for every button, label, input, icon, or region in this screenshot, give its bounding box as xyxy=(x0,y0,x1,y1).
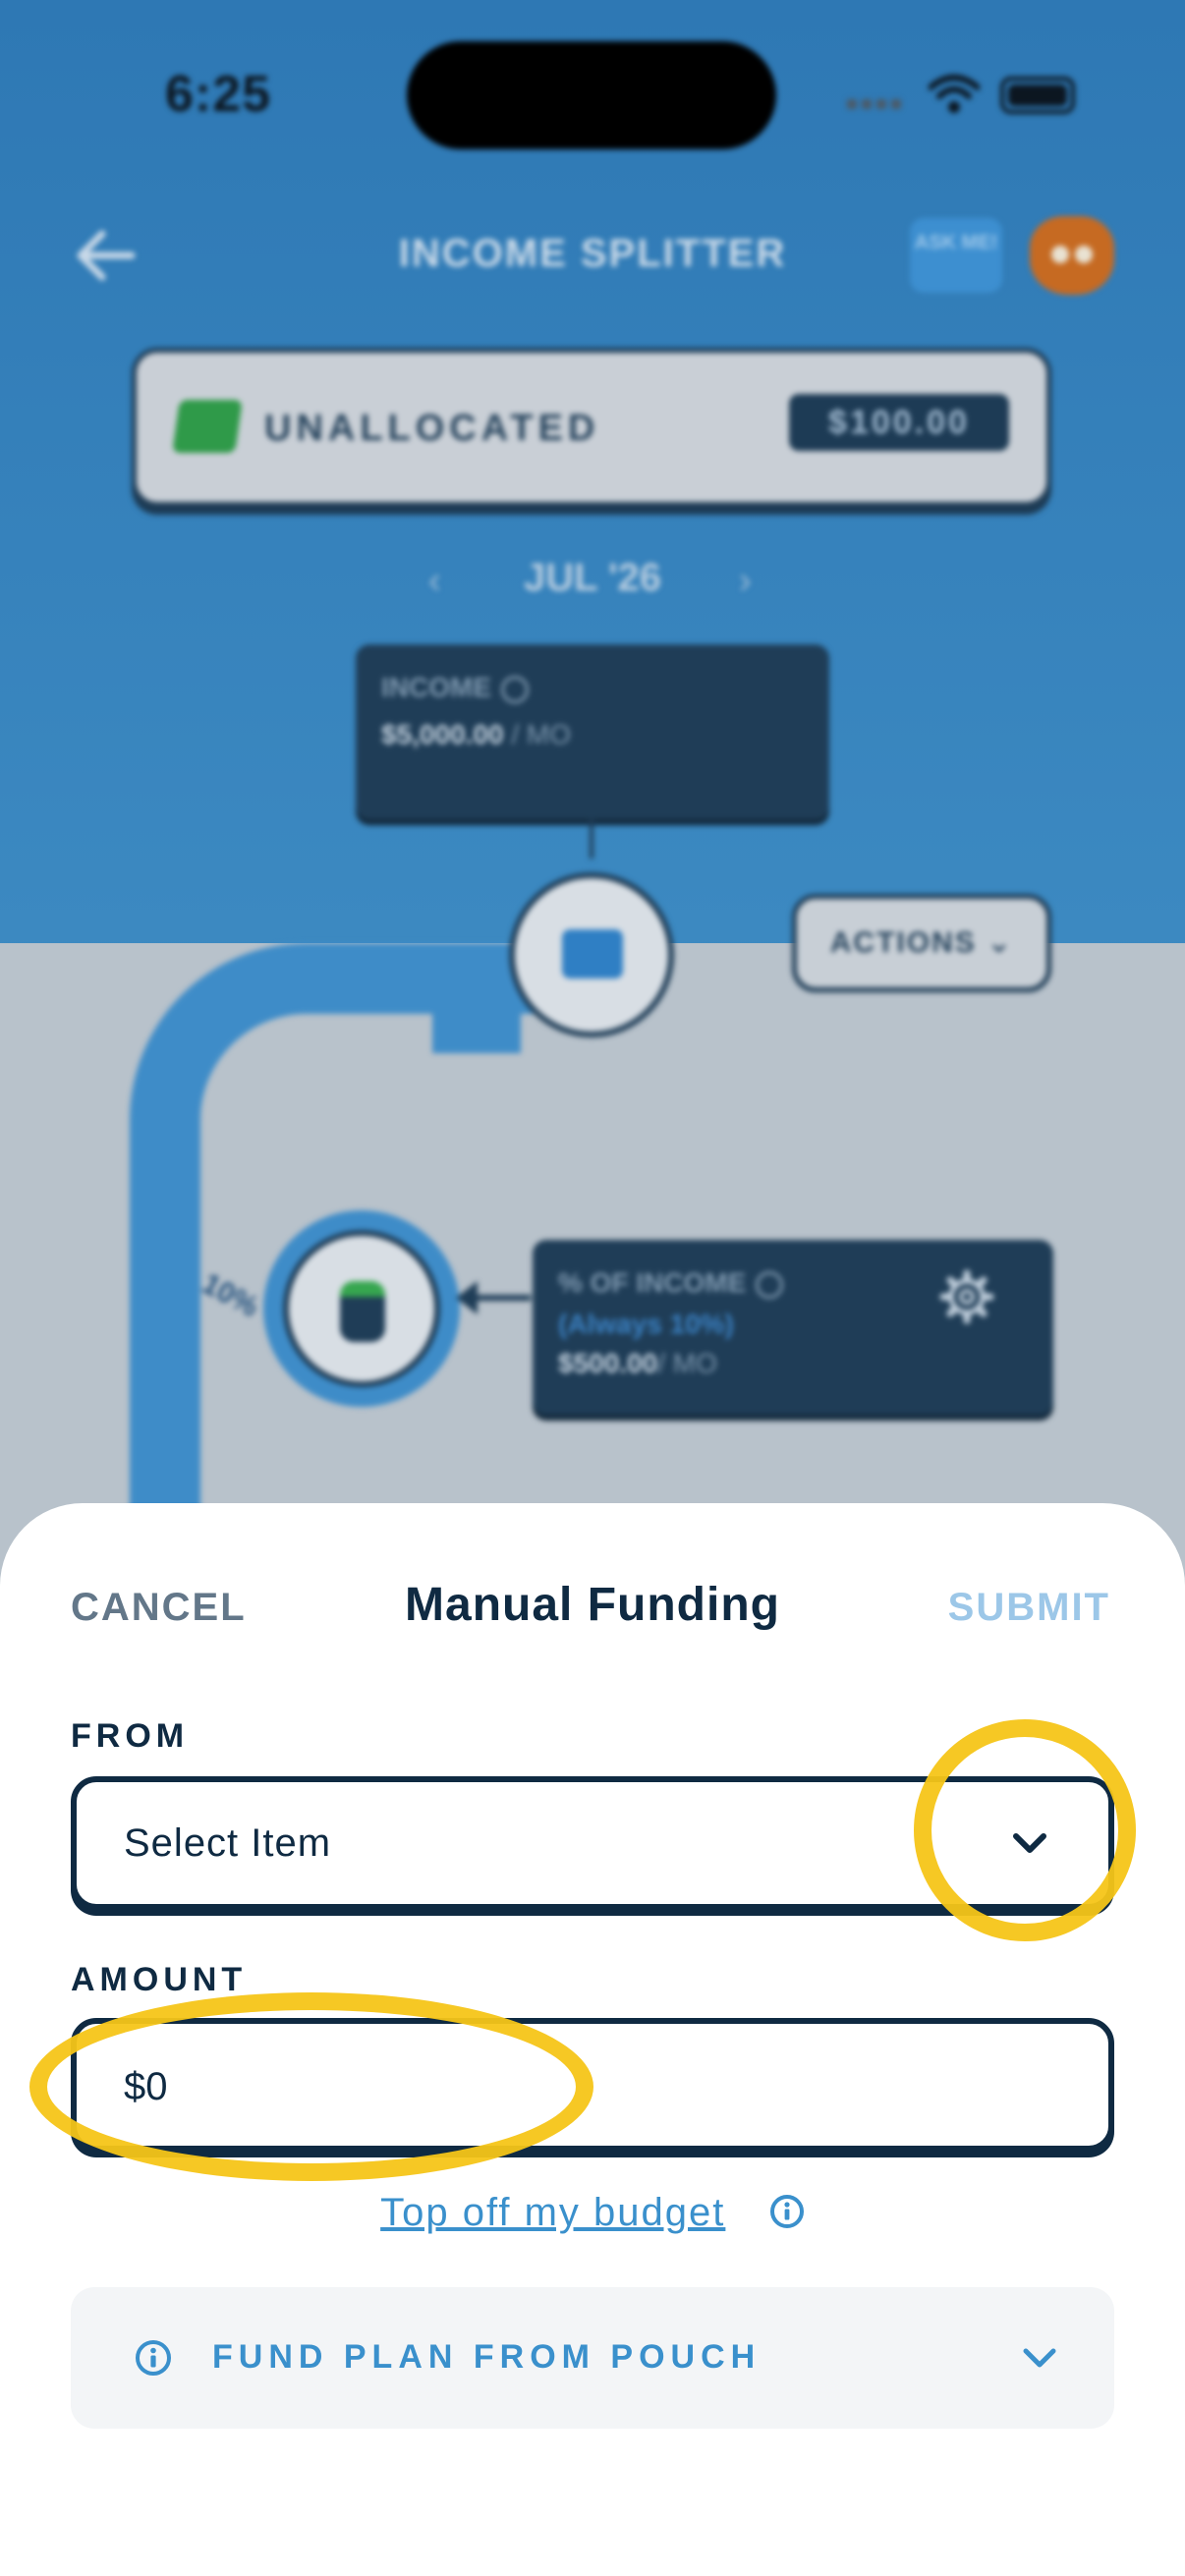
highlight-ellipse-amount xyxy=(29,1992,593,2181)
percent-unit: / MO xyxy=(657,1348,717,1378)
info-icon[interactable] xyxy=(501,675,529,703)
savings-node[interactable] xyxy=(263,1210,460,1407)
amount-label: AMOUNT xyxy=(71,1961,248,1998)
mascot-eye-icon xyxy=(1051,246,1069,263)
income-label-row: INCOME xyxy=(381,672,529,703)
dynamic-island xyxy=(407,41,776,149)
flow-arrow xyxy=(456,1281,531,1315)
from-label: FROM xyxy=(71,1717,190,1755)
info-icon xyxy=(136,2340,171,2376)
highlight-circle-dropdown xyxy=(914,1719,1136,1941)
mascot-eye-icon xyxy=(1075,246,1093,263)
income-label: INCOME xyxy=(381,672,491,702)
unallocated-card[interactable]: UNALLOCATED $100.00 xyxy=(132,348,1051,507)
wifi-icon xyxy=(929,75,980,113)
income-value: $5,000.00 xyxy=(381,719,504,750)
income-node[interactable]: INCOME $5,000.00 / MO xyxy=(356,644,829,819)
info-icon[interactable] xyxy=(756,1270,784,1299)
savings-node-inner xyxy=(283,1230,440,1387)
actions-button[interactable]: ACTIONS ⌄ xyxy=(792,894,1051,992)
coin-stack-icon xyxy=(340,1281,385,1342)
unallocated-label: UNALLOCATED xyxy=(264,408,600,449)
ask-me-button[interactable]: ASK ME! xyxy=(910,218,1002,293)
fund-plan-accordion[interactable]: FUND PLAN FROM POUCH xyxy=(71,2287,1114,2429)
month-label: JUL '26 xyxy=(524,556,661,599)
income-unit: / MO xyxy=(503,719,572,750)
signal-icon xyxy=(847,96,910,110)
wallet-node[interactable] xyxy=(509,872,674,1037)
percent-of-income-node[interactable]: % OF INCOME (Always 10%) $500.00/ MO xyxy=(533,1240,1053,1415)
percent-label: % OF INCOME xyxy=(558,1267,747,1298)
flow-connector xyxy=(590,819,593,859)
info-icon[interactable] xyxy=(769,2194,805,2229)
top-off-budget-link[interactable]: Top off my budget xyxy=(380,2191,725,2234)
month-next-button[interactable]: › xyxy=(739,560,752,602)
gear-icon[interactable] xyxy=(939,1269,994,1324)
chevron-down-icon[interactable] xyxy=(1020,2338,1059,2378)
top-off-row: Top off my budget xyxy=(0,2191,1185,2235)
fund-plan-label: FUND PLAN FROM POUCH xyxy=(212,2338,762,2376)
percent-rule: (Always 10%) xyxy=(558,1309,734,1339)
unallocated-amount: $100.00 xyxy=(789,394,1009,451)
status-time: 6:25 xyxy=(165,66,272,123)
percent-label-row: % OF INCOME xyxy=(558,1267,784,1299)
battery-icon xyxy=(1000,77,1075,114)
money-stack-icon xyxy=(172,400,243,453)
wallet-icon xyxy=(562,929,623,979)
app-title: INCOME SPLITTER xyxy=(398,232,787,275)
income-value-row: $5,000.00 / MO xyxy=(381,719,571,751)
submit-button[interactable]: SUBMIT xyxy=(948,1586,1110,1630)
mascot-avatar[interactable] xyxy=(1030,216,1114,295)
percent-value: $500.00 xyxy=(558,1348,658,1378)
from-select-value: Select Item xyxy=(124,1821,332,1865)
percent-value-row: $500.00/ MO xyxy=(558,1348,717,1379)
